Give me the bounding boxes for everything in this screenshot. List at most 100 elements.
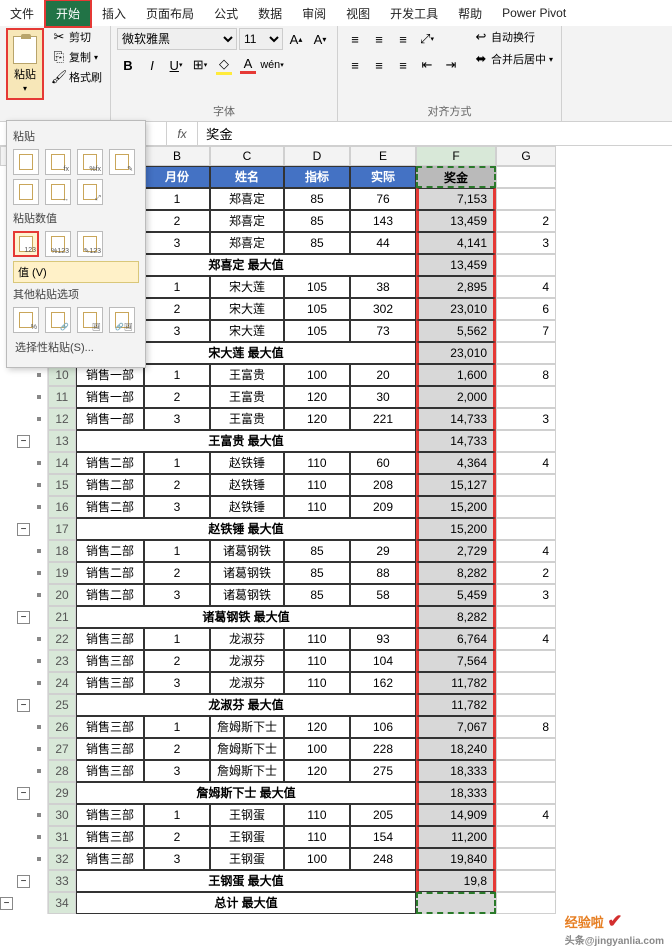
wrap-text-button[interactable]: ↩自动换行 [472,28,555,46]
cell[interactable]: 29 [350,540,416,562]
cell[interactable]: 3 [496,408,556,430]
cell[interactable]: 110 [284,474,350,496]
cell[interactable] [496,650,556,672]
cell[interactable]: 赵铁锤 [210,452,284,474]
cell[interactable]: 1 [144,452,210,474]
bonus-cell[interactable]: 15,127 [416,474,496,496]
cell[interactable] [496,826,556,848]
cell[interactable]: 208 [350,474,416,496]
subtotal-label-cell[interactable]: 赵铁锤 最大值 [76,518,416,540]
formula-input[interactable] [198,122,672,145]
paste-no-borders-option[interactable] [13,179,39,205]
bonus-cell[interactable]: 18,240 [416,738,496,760]
cell[interactable]: 龙淑芬 [210,672,284,694]
cell[interactable] [496,672,556,694]
bonus-cell[interactable]: 23,010 [416,342,496,364]
row-number[interactable]: 24 [48,672,76,694]
increase-font-button[interactable]: A▴ [285,28,307,50]
cell[interactable]: 龙淑芬 [210,650,284,672]
bonus-cell[interactable]: 4,364 [416,452,496,474]
cell[interactable] [496,386,556,408]
cell[interactable]: 3 [144,672,210,694]
bonus-cell[interactable]: 7,067 [416,716,496,738]
header-cell[interactable]: 姓名 [210,166,284,188]
row-number[interactable]: 31 [48,826,76,848]
cell[interactable] [496,782,556,804]
header-cell[interactable]: 实际 [350,166,416,188]
cell[interactable]: 销售三部 [76,628,144,650]
paste-keep-formatting-option[interactable]: ✎ [109,149,135,175]
outline-collapse-button[interactable]: − [17,699,30,712]
cell[interactable]: 销售二部 [76,540,144,562]
font-size-select[interactable]: 11 [239,28,283,50]
cell[interactable]: 王富贵 [210,386,284,408]
cell[interactable] [496,694,556,716]
bonus-cell[interactable]: 14,909 [416,804,496,826]
cell[interactable]: 3 [144,408,210,430]
cell[interactable]: 100 [284,738,350,760]
row-number[interactable]: 12 [48,408,76,430]
bonus-cell[interactable]: 15,200 [416,518,496,540]
subtotal-label-cell[interactable]: 詹姆斯下士 最大值 [76,782,416,804]
cell[interactable]: 3 [144,232,210,254]
row-number[interactable]: 20 [48,584,76,606]
cell[interactable]: 龙淑芬 [210,628,284,650]
menu-插入[interactable]: 插入 [92,1,136,26]
cell[interactable]: 1 [144,628,210,650]
cell[interactable]: 销售三部 [76,716,144,738]
row-number[interactable]: 16 [48,496,76,518]
cell[interactable]: 3 [144,584,210,606]
cell[interactable]: 宋大莲 [210,276,284,298]
cell[interactable]: 1 [144,804,210,826]
cell[interactable]: 100 [284,364,350,386]
paste-linked-picture-option[interactable]: 🔗🖼 [109,307,135,333]
bonus-cell[interactable]: 8,282 [416,562,496,584]
menu-Power Pivot[interactable]: Power Pivot [492,2,576,24]
decrease-font-button[interactable]: A▾ [309,28,331,50]
cell[interactable]: 诸葛钢铁 [210,584,284,606]
bonus-cell[interactable]: 23,010 [416,298,496,320]
fill-color-button[interactable]: ◇ [213,54,235,76]
menu-视图[interactable]: 视图 [336,1,380,26]
menu-公式[interactable]: 公式 [204,1,248,26]
cell[interactable]: 詹姆斯下士 [210,738,284,760]
paste-column-width-option[interactable]: ↔ [45,179,71,205]
cell[interactable]: 60 [350,452,416,474]
cell[interactable]: 85 [284,540,350,562]
menu-页面布局[interactable]: 页面布局 [136,1,204,26]
row-number[interactable]: 21 [48,606,76,628]
cell[interactable]: 110 [284,628,350,650]
cell[interactable] [496,738,556,760]
cell[interactable]: 4 [496,276,556,298]
align-right-button[interactable]: ≡ [392,54,414,76]
cell[interactable]: 赵铁锤 [210,474,284,496]
bonus-cell[interactable]: 1,600 [416,364,496,386]
cell[interactable]: 85 [284,188,350,210]
cell[interactable]: 1 [144,188,210,210]
cell[interactable] [496,892,556,914]
menu-开发工具[interactable]: 开发工具 [380,1,448,26]
cell[interactable]: 3 [496,584,556,606]
align-bottom-button[interactable]: ≡ [392,28,414,50]
cell[interactable]: 110 [284,452,350,474]
header-cell[interactable]: 月份 [144,166,210,188]
cell[interactable]: 110 [284,496,350,518]
outline-collapse-button[interactable]: − [17,611,30,624]
bonus-cell[interactable]: 11,782 [416,672,496,694]
bonus-cell[interactable]: 15,200 [416,496,496,518]
cell[interactable]: 2 [144,650,210,672]
cell[interactable]: 110 [284,826,350,848]
cell[interactable]: 诸葛钢铁 [210,562,284,584]
cell[interactable]: 销售一部 [76,408,144,430]
cell[interactable]: 105 [284,276,350,298]
cell[interactable]: 302 [350,298,416,320]
bonus-cell[interactable]: 2,895 [416,276,496,298]
phonetic-button[interactable]: wén▾ [261,54,283,76]
bonus-cell[interactable]: 8,282 [416,606,496,628]
cell[interactable] [496,606,556,628]
row-number[interactable]: 25 [48,694,76,716]
paste-picture-option[interactable]: 🖼 [77,307,103,333]
copy-button[interactable]: ⎘复制 ▾ [50,48,104,66]
cell[interactable]: 162 [350,672,416,694]
cell[interactable]: 宋大莲 [210,320,284,342]
